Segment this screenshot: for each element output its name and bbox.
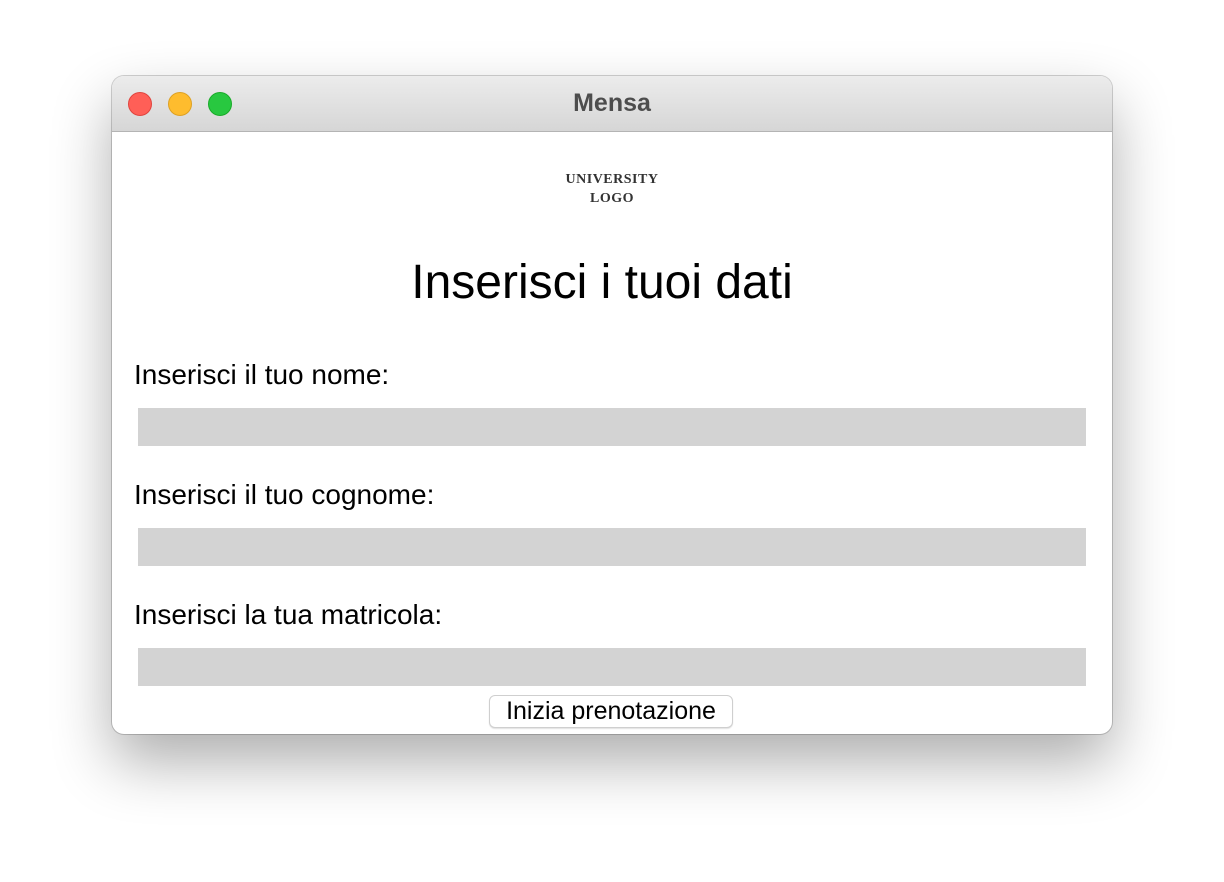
matricola-label: Inserisci la tua matricola: xyxy=(134,599,443,630)
nome-label: Inserisci il tuo nome: xyxy=(134,359,390,390)
logo-line-1: UNIVERSITY xyxy=(565,172,659,187)
page-title: Inserisci i tuoi dati xyxy=(411,256,793,309)
cognome-input[interactable] xyxy=(138,528,1086,566)
logo-line-2: LOGO xyxy=(589,191,634,206)
matricola-input[interactable] xyxy=(138,648,1086,686)
university-logo: UNIVERSITY LOGO xyxy=(542,170,682,208)
cognome-label: Inserisci il tuo cognome: xyxy=(134,479,435,510)
window-title: Mensa xyxy=(573,89,651,117)
title-bar[interactable]: Mensa xyxy=(112,76,1112,132)
nome-input[interactable] xyxy=(138,408,1086,446)
form-panel: UNIVERSITY LOGO Inserisci i tuoi dati In… xyxy=(112,132,1112,734)
start-booking-button[interactable]: Inizia prenotazione xyxy=(489,695,733,728)
app-window: Mensa UNIVERSITY LOGO Inserisci i tuoi d… xyxy=(112,76,1112,734)
